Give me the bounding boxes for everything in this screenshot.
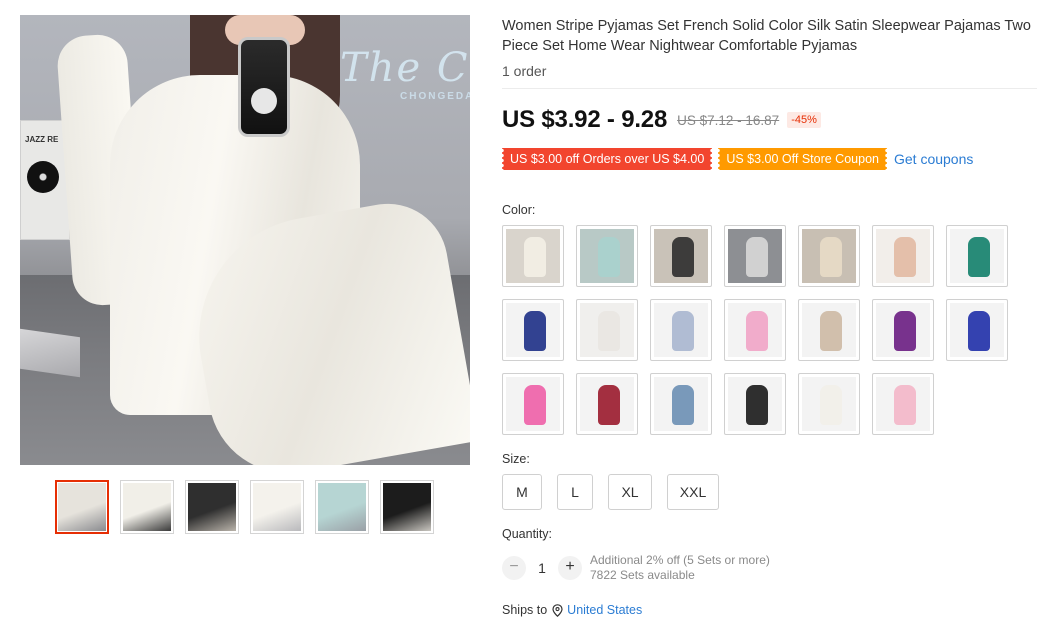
bulk-discount-note: Additional 2% off (5 Sets or more): [590, 553, 770, 567]
coupon-row: US $3.00 off Orders over US $4.00 US $3.…: [499, 148, 973, 170]
color-label: Color:: [502, 203, 536, 217]
wall-sign-text: The Cl: [340, 45, 470, 91]
swatch-image: [802, 377, 856, 431]
size-option-l[interactable]: L: [557, 474, 593, 510]
price-row: US $3.92 - 9.28 US $7.12 - 16.87 -45%: [502, 106, 821, 134]
swatch-image: [580, 229, 634, 283]
color-swatch-royal-blue[interactable]: [946, 299, 1008, 361]
color-swatch-beige[interactable]: [798, 299, 860, 361]
main-product-image[interactable]: The Cl CHONGEDA JAZZ RE: [20, 15, 470, 465]
discount-badge: -45%: [787, 112, 821, 128]
divider: [502, 88, 1037, 89]
swatch-image: [654, 377, 708, 431]
thumb-mint: [318, 483, 366, 531]
quantity-stepper: − 1 + Additional 2% off (5 Sets or more)…: [502, 553, 770, 583]
swatch-image: [802, 229, 856, 283]
gallery-thumbnail[interactable]: [315, 480, 369, 534]
swatch-image: [580, 377, 634, 431]
color-swatch-denim-blue[interactable]: [650, 373, 712, 435]
gallery-thumbnail[interactable]: [55, 480, 109, 534]
color-swatch-emerald[interactable]: [946, 225, 1008, 287]
thumb-black-bed: [188, 483, 236, 531]
swatch-image: [728, 377, 782, 431]
color-swatch-wine-red[interactable]: [576, 373, 638, 435]
color-swatch-hot-pink[interactable]: [502, 373, 564, 435]
thumb-white-striped-selfie: [58, 483, 106, 531]
thumbnail-strip: [55, 480, 434, 534]
swatch-image: [506, 303, 560, 357]
color-swatch-white-cami[interactable]: [798, 373, 860, 435]
stock-available: 7822 Sets available: [590, 568, 695, 582]
swatch-image: [950, 303, 1004, 357]
color-swatch-light-blue-grey[interactable]: [650, 299, 712, 361]
thumb-black-grey-stripe: [383, 483, 431, 531]
original-price: US $7.12 - 16.87: [677, 112, 780, 128]
thumb-white-standing: [123, 483, 171, 531]
poster-text: JAZZ RE: [25, 135, 59, 144]
color-swatch-pink-cami[interactable]: [872, 373, 934, 435]
swatch-image: [950, 229, 1004, 283]
laptop: [20, 328, 80, 378]
gallery-thumbnail[interactable]: [120, 480, 174, 534]
quantity-note: Additional 2% off (5 Sets or more) 7822 …: [590, 553, 770, 583]
swatch-image: [876, 303, 930, 357]
color-swatch-grid: [502, 225, 1022, 435]
swatch-image: [654, 229, 708, 283]
swatch-image: [876, 229, 930, 283]
ships-to-label: Ships to: [502, 603, 548, 617]
color-swatch-pink[interactable]: [724, 299, 786, 361]
get-coupons-link[interactable]: Get coupons: [894, 151, 973, 167]
color-swatch-grey-stripe[interactable]: [724, 225, 786, 287]
swatch-image: [728, 229, 782, 283]
wall-sign: The Cl CHONGEDA: [340, 45, 470, 115]
color-swatch-black[interactable]: [650, 225, 712, 287]
swatch-image: [654, 303, 708, 357]
gallery-thumbnail[interactable]: [185, 480, 239, 534]
color-swatch-mint[interactable]: [576, 225, 638, 287]
coupon-orders-over[interactable]: US $3.00 off Orders over US $4.00: [499, 148, 715, 170]
thumb-white-sitting: [253, 483, 301, 531]
current-price: US $3.92 - 9.28: [502, 106, 668, 133]
phone: [238, 37, 290, 137]
color-swatch-white[interactable]: [576, 299, 638, 361]
quantity-value[interactable]: 1: [526, 560, 558, 576]
gallery-thumbnail[interactable]: [380, 480, 434, 534]
size-label: Size:: [502, 452, 530, 466]
color-swatch-purple[interactable]: [872, 299, 934, 361]
swatch-image: [802, 303, 856, 357]
size-option-xl[interactable]: XL: [608, 474, 652, 510]
color-swatch-navy[interactable]: [502, 299, 564, 361]
quantity-increase-button[interactable]: +: [558, 556, 582, 580]
vinyl-record: [27, 161, 59, 193]
size-option-xxl[interactable]: XXL: [667, 474, 719, 510]
product-title: Women Stripe Pyjamas Set French Solid Co…: [502, 18, 1031, 54]
ship-country-link[interactable]: United States: [567, 603, 642, 617]
swatch-image: [580, 303, 634, 357]
color-swatch-black-cami[interactable]: [724, 373, 786, 435]
phone-grip: [251, 88, 277, 114]
ships-to: Ships to United States: [502, 603, 642, 617]
location-pin-icon: [552, 603, 563, 617]
color-swatch-nude-pink[interactable]: [872, 225, 934, 287]
coupon-store[interactable]: US $3.00 Off Store Coupon: [716, 148, 889, 170]
order-count: 1 order: [502, 63, 547, 79]
size-option-m[interactable]: M: [502, 474, 542, 510]
swatch-image: [506, 377, 560, 431]
size-options: M L XL XXL: [502, 474, 719, 510]
color-swatch-champagne[interactable]: [798, 225, 860, 287]
swatch-image: [876, 377, 930, 431]
gallery-thumbnail[interactable]: [250, 480, 304, 534]
wall-sign-sub: CHONGEDA: [400, 91, 470, 102]
color-swatch-white-stripe[interactable]: [502, 225, 564, 287]
swatch-image: [728, 303, 782, 357]
swatch-image: [506, 229, 560, 283]
quantity-label: Quantity:: [502, 527, 553, 541]
quantity-decrease-button[interactable]: −: [502, 556, 526, 580]
